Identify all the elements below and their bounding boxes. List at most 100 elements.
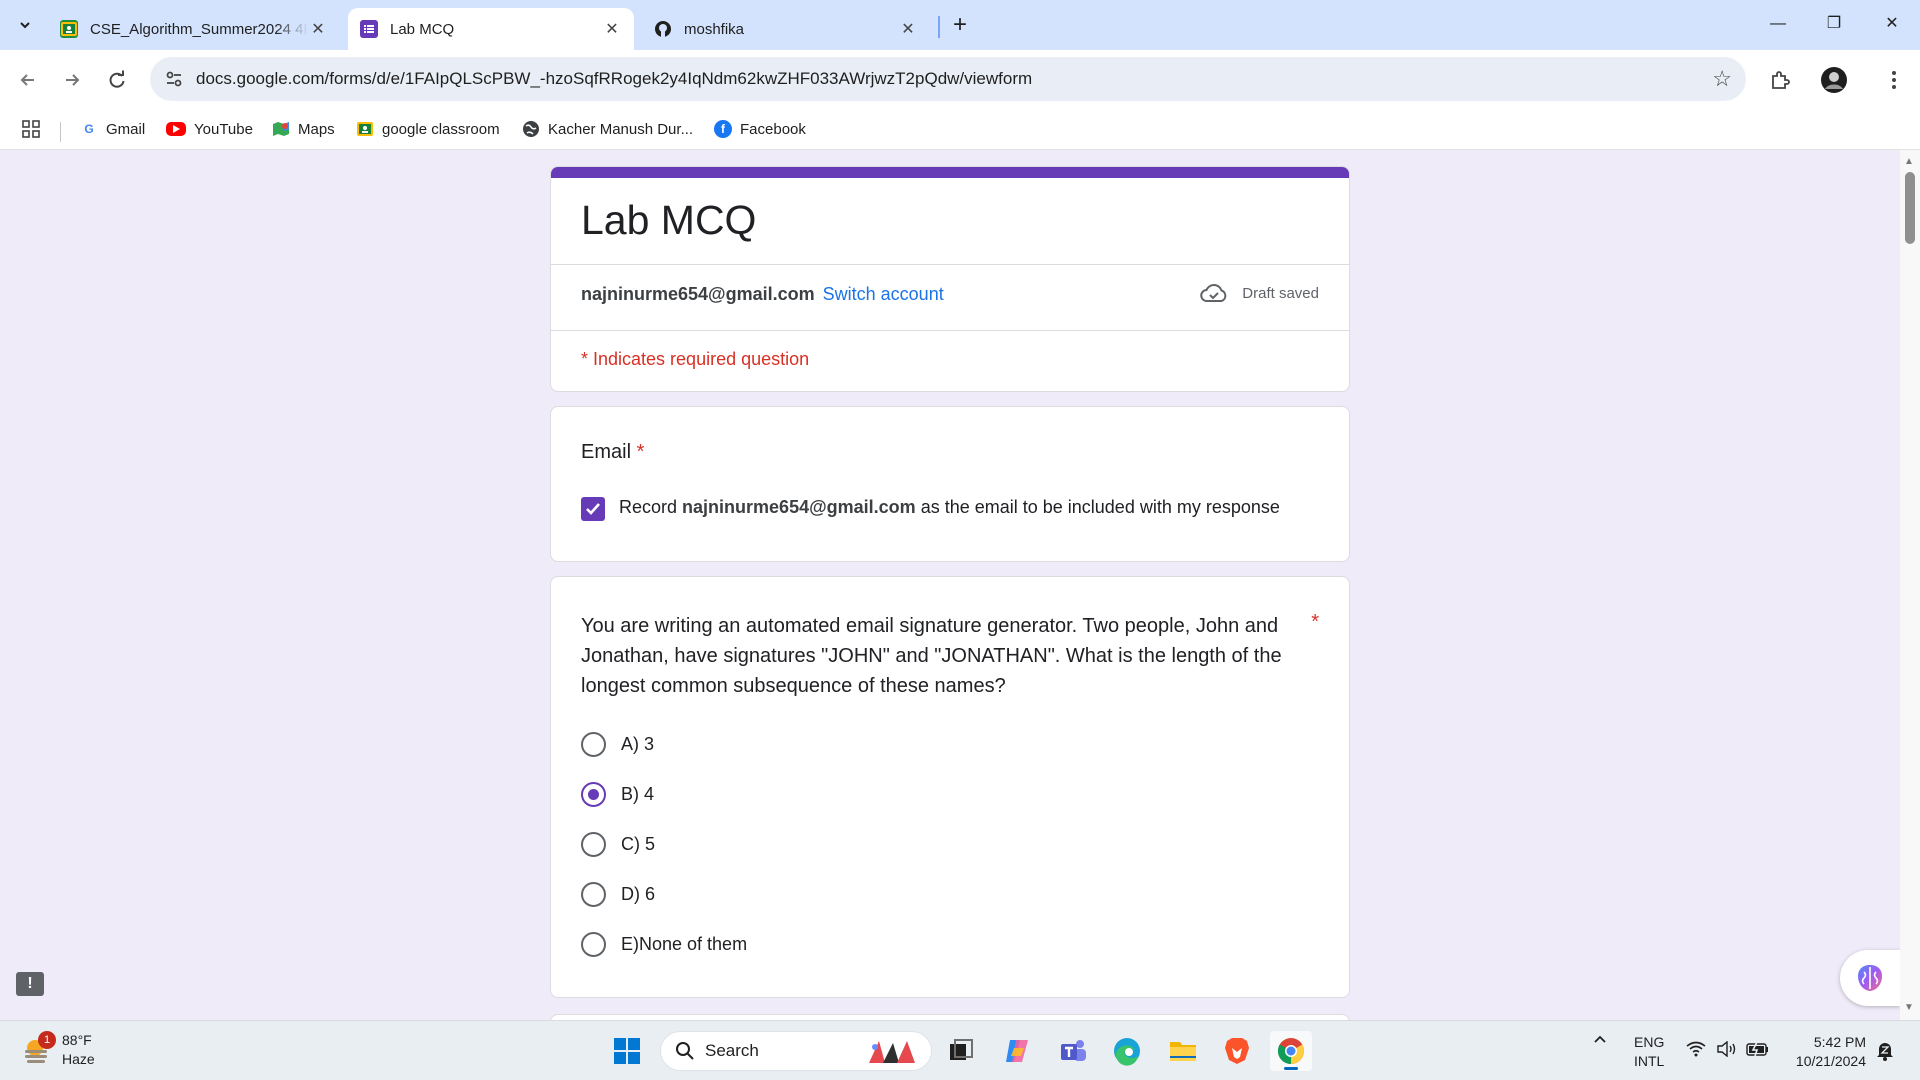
record-suffix: as the email to be included with my resp… [920, 497, 1280, 517]
bookmark-facebook[interactable]: f Facebook [714, 118, 806, 140]
weather-haze-icon: 1 [22, 1031, 56, 1065]
arrow-right-icon [66, 74, 80, 86]
copilot-button[interactable] [996, 1031, 1038, 1071]
option-label: C) 5 [621, 833, 656, 854]
close-icon[interactable]: ✕ [308, 19, 328, 39]
tab-strip: CSE_Algorithm_Summer2024 4E ✕ Lab MCQ ✕ … [0, 0, 1920, 50]
form-title: Lab MCQ [581, 197, 757, 243]
bookmark-star-icon[interactable]: ☆ [1712, 66, 1732, 92]
tab-title: moshfika [684, 20, 745, 38]
option-c[interactable]: C) 5 [581, 831, 655, 857]
scroll-down-icon[interactable]: ▼ [1904, 1002, 1914, 1013]
windows-taskbar: 1 88°F Haze Search ENG INTL 5:42 PM 10/2… [0, 1020, 1920, 1080]
email-question-card: Email * Record najninurme654@gmail.com a… [550, 406, 1350, 562]
tab-github[interactable]: moshfika ✕ [642, 8, 930, 50]
radio-button[interactable] [581, 731, 606, 757]
notification-badge: 1 [38, 1031, 56, 1049]
switch-account-link[interactable]: Switch account [823, 284, 944, 304]
radio-button-selected[interactable] [581, 781, 606, 807]
form-header-card: Lab MCQ najninurme654@gmail.com Switch a… [550, 166, 1350, 392]
record-email-checkbox[interactable] [581, 497, 605, 521]
profile-avatar[interactable] [1818, 64, 1850, 96]
task-view-button[interactable] [940, 1031, 982, 1071]
required-star: * [1311, 611, 1319, 633]
minimize-button[interactable]: — [1758, 10, 1798, 38]
weather-widget[interactable]: 1 88°F Haze [22, 1031, 95, 1069]
chrome-button[interactable] [1270, 1031, 1312, 1071]
copilot-icon [1006, 1040, 1028, 1062]
language-indicator[interactable]: ENG INTL [1634, 1033, 1664, 1071]
show-hidden-icons-button[interactable] [1592, 1031, 1608, 1050]
language-line-1: ENG [1634, 1034, 1665, 1050]
close-icon[interactable]: ✕ [898, 19, 918, 39]
tab-classroom[interactable]: CSE_Algorithm_Summer2024 4E ✕ [48, 8, 340, 50]
question-label: Email [581, 441, 632, 463]
close-window-button[interactable]: ✕ [1872, 10, 1912, 38]
tab-lab-mcq[interactable]: Lab MCQ ✕ [348, 8, 634, 50]
file-explorer-button[interactable] [1162, 1031, 1204, 1071]
clock-date: 10/21/2024 [1795, 1053, 1866, 1069]
teams-button[interactable] [1052, 1031, 1094, 1071]
browser-toolbar: docs.google.com/forms/d/e/1FAIpQLScPBW_-… [0, 50, 1920, 108]
forward-button[interactable] [56, 64, 88, 96]
gemini-button[interactable] [1840, 950, 1900, 1006]
network-button[interactable] [1686, 1041, 1706, 1060]
maps-icon [272, 120, 290, 138]
radio-button[interactable] [581, 831, 606, 857]
arrow-left-icon [20, 74, 34, 86]
back-button[interactable] [12, 64, 44, 96]
draft-status: Draft saved [1200, 283, 1319, 303]
language-line-2: INTL [1634, 1053, 1665, 1069]
search-icon [676, 1042, 694, 1060]
chrome-menu-button[interactable] [1878, 64, 1910, 96]
taskbar-search[interactable]: Search [660, 1031, 932, 1071]
report-feedback-button[interactable]: ! [16, 972, 44, 996]
record-email-label: Record najninurme654@gmail.com as the em… [619, 497, 1280, 518]
bookmark-google-classroom[interactable]: google classroom [356, 118, 500, 140]
start-button[interactable] [606, 1031, 648, 1071]
bookmark-label: Facebook [740, 120, 806, 138]
tab-title: Lab MCQ [390, 20, 455, 38]
tab-search-button[interactable] [10, 12, 40, 38]
restore-button[interactable]: ❐ [1814, 10, 1854, 38]
speaker-icon [1717, 1040, 1736, 1058]
google-classroom-icon [60, 20, 78, 38]
folder-icon [1170, 1042, 1196, 1061]
address-bar[interactable]: docs.google.com/forms/d/e/1FAIpQLScPBW_-… [150, 57, 1746, 101]
radio-button[interactable] [581, 931, 606, 957]
new-tab-button[interactable]: + [946, 12, 974, 40]
notifications-button[interactable] [1876, 1041, 1894, 1064]
extensions-button[interactable] [1764, 64, 1796, 96]
radio-button[interactable] [581, 881, 606, 907]
page-scrollbar[interactable]: ▲ ▼ [1900, 150, 1920, 1020]
battery-button[interactable] [1746, 1041, 1770, 1060]
clock[interactable]: 5:42 PM 10/21/2024 [1786, 1033, 1866, 1071]
reload-button[interactable] [101, 64, 133, 96]
bookmark-youtube[interactable]: YouTube [166, 118, 253, 140]
close-icon[interactable]: ✕ [602, 19, 622, 39]
option-label: B) 4 [621, 783, 655, 804]
option-b[interactable]: B) 4 [581, 781, 654, 807]
brave-button[interactable] [1216, 1031, 1258, 1071]
option-d[interactable]: D) 6 [581, 881, 655, 907]
search-highlight-icon [869, 1041, 915, 1063]
divider [551, 330, 1349, 331]
battery-charging-icon [1746, 1041, 1768, 1057]
option-a[interactable]: A) 3 [581, 731, 654, 757]
apps-button[interactable] [22, 118, 40, 140]
apps-grid-icon [22, 120, 40, 138]
task-view-icon [950, 1039, 973, 1060]
question-title: Email * [581, 441, 644, 464]
option-e[interactable]: E)None of them [581, 931, 747, 957]
bookmark-maps[interactable]: Maps [272, 118, 335, 140]
site-info-icon[interactable] [162, 67, 186, 91]
scrollbar-thumb[interactable] [1905, 172, 1915, 244]
cloud-done-icon [1200, 284, 1227, 302]
volume-button[interactable] [1716, 1040, 1738, 1060]
edge-icon [1114, 1038, 1140, 1066]
scroll-up-icon[interactable]: ▲ [1904, 156, 1914, 167]
required-note: * Indicates required question [581, 349, 810, 369]
bookmark-kacher-manush[interactable]: Kacher Manush Dur... [522, 118, 693, 140]
edge-button[interactable] [1106, 1031, 1148, 1071]
bookmark-gmail[interactable]: G Gmail [80, 118, 145, 140]
